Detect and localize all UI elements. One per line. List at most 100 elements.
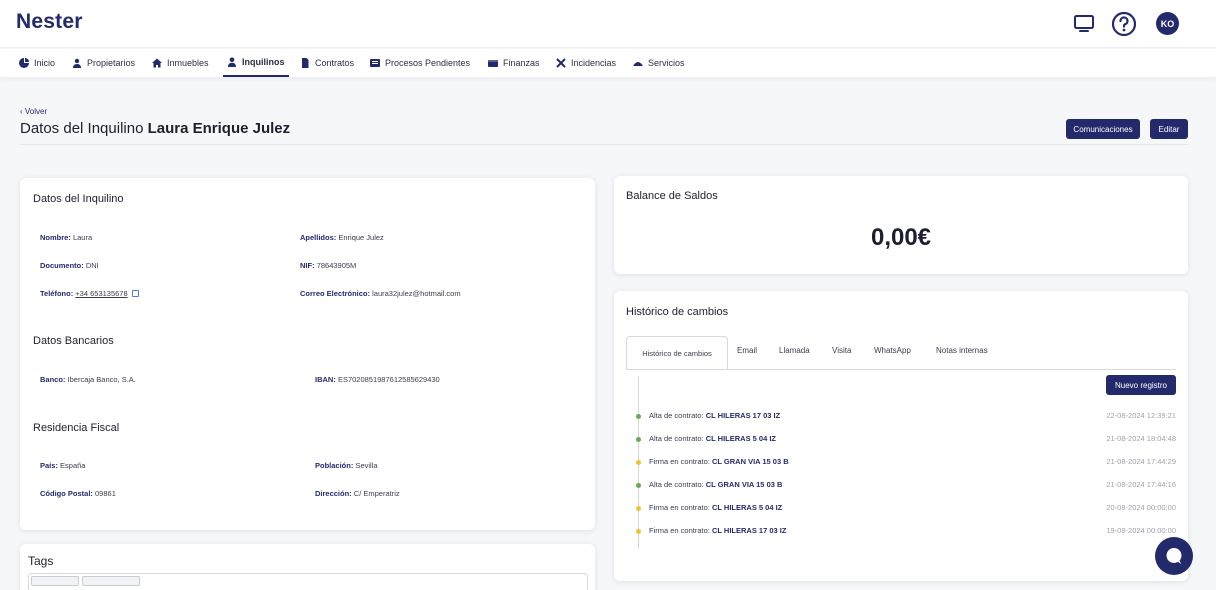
field-value: España [60,461,86,470]
field-value: Ibercaja Banco, S.A. [67,375,136,384]
chat-button[interactable] [1155,537,1193,575]
entry-action: Alta de contrato: [649,480,704,489]
entry-date: 19-08-2024 00:00:00 [1106,526,1176,535]
nav-item-inquilinos[interactable]: Inquilinos [223,49,289,77]
timeline-entry: Firma en contrato: CL GRAN VIA 15 03 B 2… [636,457,1176,469]
entry-date: 21-08-2024 17:44:29 [1106,457,1176,466]
entry-text: Firma en contrato: CL GRAN VIA 15 03 B [649,457,789,466]
phone-link[interactable]: +34 653135678 [75,289,127,298]
document-icon [302,58,309,68]
tab-visita[interactable]: Visita [832,346,851,355]
chevron-left-icon: ‹ [20,107,23,116]
field-label: Código Postal: [40,489,93,498]
field-direccion: Dirección: C/ Emperatriz [315,489,400,498]
field-label: NIF: [300,261,315,270]
entry-text: Firma en contrato: CL HILERAS 17 03 IZ [649,526,786,535]
field-poblacion: Población: Sevilla [315,461,378,470]
copy-icon[interactable] [131,290,139,297]
entry-target[interactable]: CL GRAN VIA 15 03 B [712,457,789,466]
timeline-entry: Alta de contrato: CL HILERAS 5 04 IZ 21-… [636,434,1176,446]
tab-email[interactable]: Email [737,346,757,355]
nav-item-procesos-pendientes[interactable]: Procesos Pendientes [370,49,470,77]
entry-target[interactable]: CL HILERAS 17 03 IZ [712,526,786,535]
entry-text: Firma en contrato: CL HILERAS 5 04 IZ [649,503,782,512]
status-dot [636,437,641,442]
fiscal-section-title: Residencia Fiscal [33,422,120,434]
balance-amount: 0,00€ [870,224,932,251]
nav-item-inicio[interactable]: Inicio [19,49,55,77]
field-label: Teléfono: [40,289,74,298]
field-codigo-postal: Código Postal: 09861 [40,489,116,498]
entry-action: Alta de contrato: [649,411,704,420]
nav-item-contratos[interactable]: Contratos [300,49,354,77]
entry-target[interactable]: CL GRAN VIA 15 03 B [706,480,783,489]
tab-notas-internas[interactable]: Notas internas [936,346,988,355]
entry-date: 21-08-2024 18:04:48 [1106,434,1176,443]
status-dot [636,529,641,534]
field-label: Banco: [40,375,66,384]
editar-button[interactable]: Editar [1150,119,1188,139]
status-dot [636,414,641,419]
tag-chip[interactable] [31,576,79,586]
field-value: ES7020851987612585629430 [337,375,440,384]
field-label: Apellidos: [300,233,337,242]
entry-date: 20-08-2024 00:00:00 [1106,503,1176,512]
nav-item-inmuebles[interactable]: Inmuebles [152,49,209,77]
list-icon [370,59,380,67]
comunicaciones-button[interactable]: Comunicaciones [1066,119,1140,139]
user-icon [228,57,236,67]
nav-item-finanzas[interactable]: Finanzas [488,49,540,77]
tab-historico[interactable]: Histórico de cambios [626,336,728,370]
field-iban: IBAN: ES7020851987612585629430 [315,375,440,384]
wallet-icon [488,60,498,67]
field-nombre: Nombre: Laura [40,233,92,242]
main-nav: Inicio Propietarios Inmuebles Inquilinos… [0,49,1216,78]
field-label: Correo Electrónico: [300,289,371,298]
tab-whatsapp[interactable]: WhatsApp [874,346,911,355]
nav-label: Propietarios [87,58,136,68]
home-icon [152,58,162,68]
status-dot [636,483,641,488]
entry-target[interactable]: CL HILERAS 5 04 IZ [706,434,776,443]
tabs-divider [626,369,1176,370]
entry-action: Firma en contrato: [649,503,710,512]
timeline-entry: Alta de contrato: CL HILERAS 17 03 IZ 22… [636,411,1176,423]
divider [20,144,1188,145]
tab-llamada[interactable]: Llamada [779,346,810,355]
user-group-icon [73,58,81,68]
nav-item-servicios[interactable]: Servicios [633,49,685,77]
field-banco: Banco: Ibercaja Banco, S.A. [40,375,136,384]
entry-action: Firma en contrato: [649,457,710,466]
help-icon[interactable] [1110,10,1138,38]
chat-icon [1166,548,1182,564]
tenant-section-title: Datos del Inquilino [33,193,124,205]
field-apellidos: Apellidos: Enrique Julez [300,233,384,242]
monitor-icon[interactable] [1070,10,1098,38]
field-telefono: Teléfono: +34 653135678 [40,289,139,298]
entry-action: Alta de contrato: [649,434,704,443]
field-value: Laura [72,233,93,242]
nav-item-incidencias[interactable]: Incidencias [556,49,616,77]
nav-label: Servicios [648,58,685,68]
service-icon [633,62,643,66]
entry-target[interactable]: CL HILERAS 5 04 IZ [712,503,782,512]
timeline-entry: Firma en contrato: CL HILERAS 5 04 IZ 20… [636,503,1176,515]
nav-label: Inicio [34,58,56,68]
page-title-prefix: Datos del Inquilino [20,120,144,137]
user-avatar[interactable]: KO [1156,12,1179,35]
entry-target[interactable]: CL HILERAS 17 03 IZ [706,411,780,420]
status-dot [636,506,641,511]
nav-item-propietarios[interactable]: Propietarios [72,49,135,77]
back-link[interactable]: ‹ Volver [20,107,47,116]
nav-label: Inquilinos [242,57,285,67]
page-title-name: Laura Enrique Julez [147,120,291,137]
field-value: Sevilla [355,461,378,470]
entry-date: 21-08-2024 17:44:16 [1106,480,1176,489]
field-correo: Correo Electrónico: laura32julez@hotmail… [300,289,461,298]
tag-chip[interactable] [82,576,140,586]
nuevo-registro-button[interactable]: Nuevo registro [1106,375,1176,395]
app-logo[interactable]: Nester [16,10,83,34]
entry-text: Alta de contrato: CL GRAN VIA 15 03 B [649,480,782,489]
field-value: C/ Emperatriz [353,489,400,498]
field-pais: País: España [40,461,85,470]
